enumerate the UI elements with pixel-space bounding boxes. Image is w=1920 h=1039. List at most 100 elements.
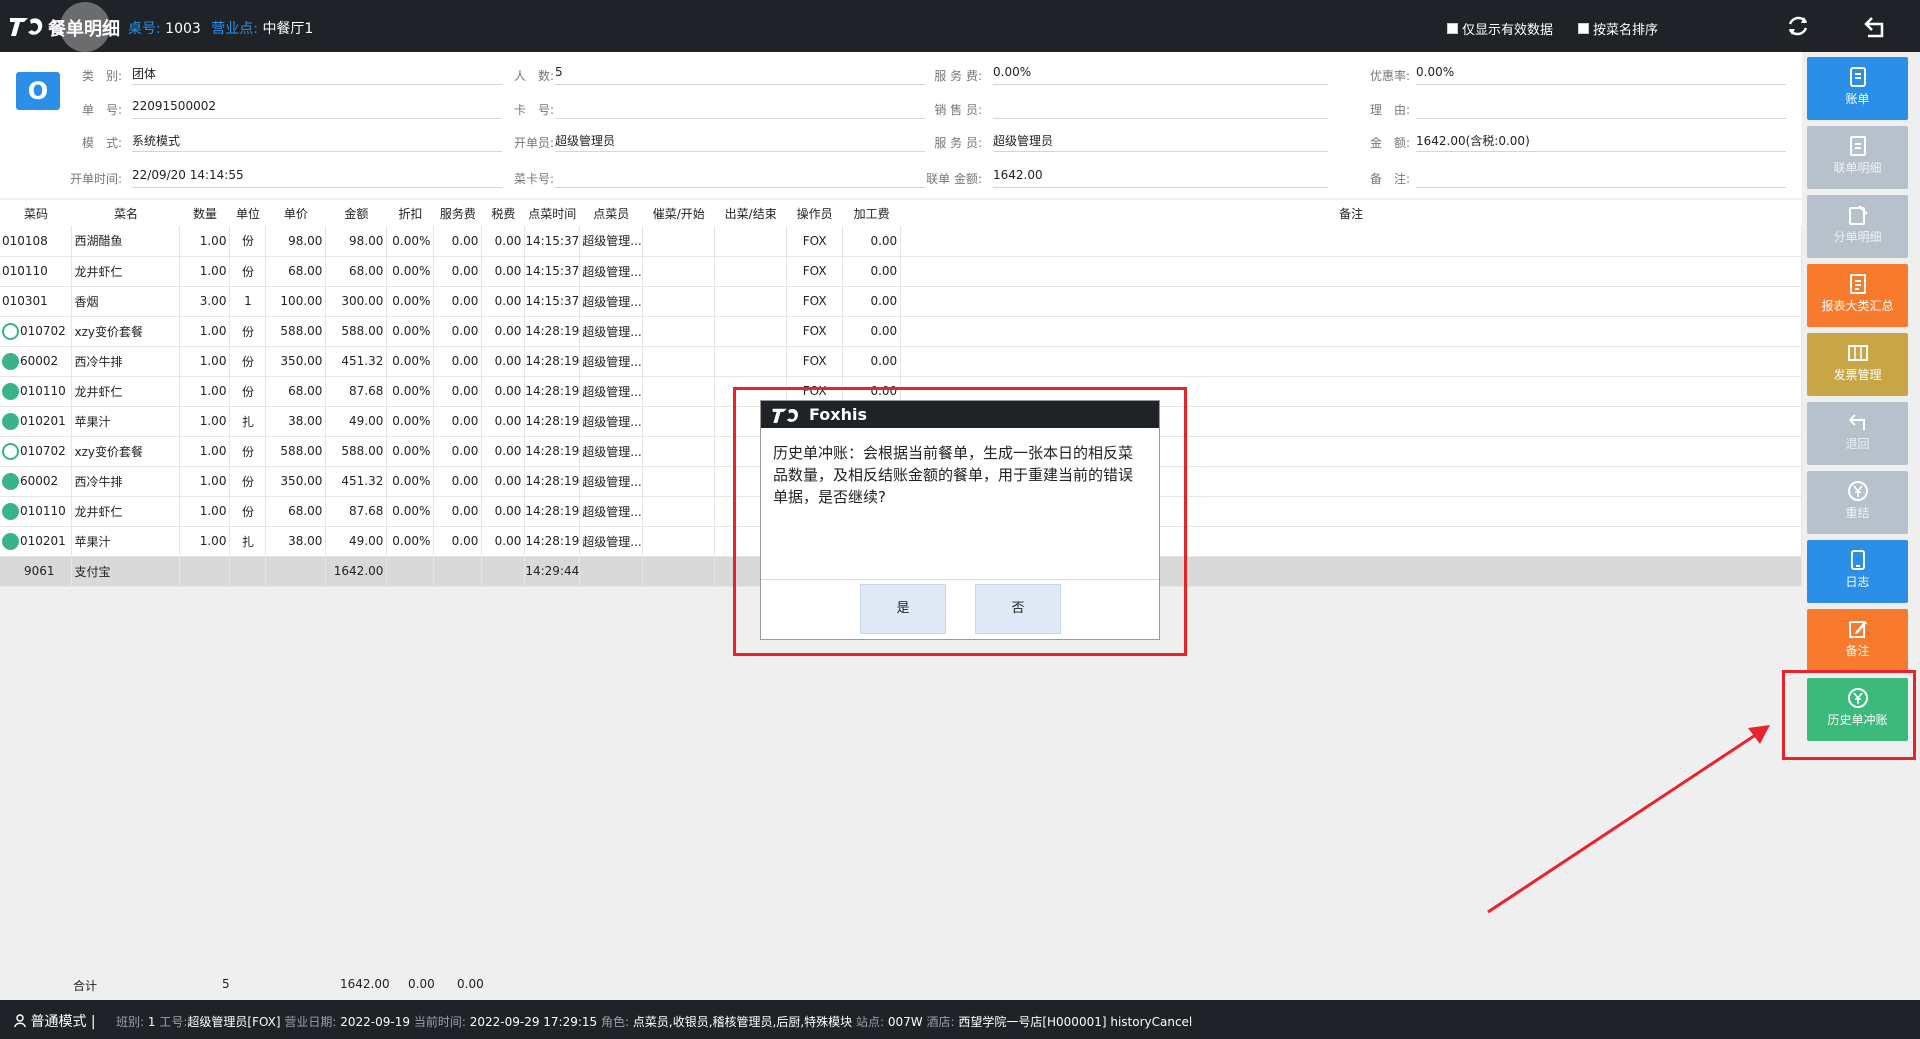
back-icon[interactable] <box>1862 12 1890 40</box>
cell-unit: 1 <box>229 286 267 317</box>
separator: | <box>90 1014 96 1030</box>
col-header[interactable]: 折扣 <box>386 200 434 226</box>
cell-tax: 0.00 <box>481 436 526 467</box>
app-title: 餐单明细 <box>48 19 120 40</box>
cell-empty <box>642 346 716 377</box>
yes-button[interactable]: 是 <box>860 584 946 634</box>
valid-only-checkbox[interactable]: 仅显示有效数据 <box>1447 19 1553 38</box>
code-text: 010108 <box>2 233 48 248</box>
col-header[interactable]: 菜名 <box>71 200 180 226</box>
col-header[interactable]: 催菜/开始 <box>642 200 715 226</box>
col-header[interactable]: 备注 <box>900 200 1802 226</box>
cell-tax: 0.00 <box>481 226 526 257</box>
bill-button[interactable]: 账单 <box>1807 57 1908 120</box>
invoice-management-button[interactable]: 发票管理 <box>1807 333 1908 396</box>
no-button[interactable]: 否 <box>975 584 1061 634</box>
cell-tax: 0.00 <box>481 286 526 317</box>
cell-op: FOX <box>786 226 844 257</box>
table-row[interactable]: 010110 龙井虾仁 1.00 份 68.00 68.00 0.00% 0.00 0.00 14… <box>0 256 1802 287</box>
cell-waiter: 超级管理... <box>579 376 644 407</box>
cell-name: 龙井虾仁 <box>71 496 181 527</box>
cell-waiter: 超级管理... <box>579 346 644 377</box>
foxhis-logo <box>772 408 799 423</box>
col-header[interactable]: 菜码 <box>0 200 72 226</box>
cell-empty <box>900 316 1802 347</box>
cell-svc: 0.00 <box>433 406 483 437</box>
cell-qty: 3.00 <box>179 286 231 317</box>
cell-name: xzy变价套餐 <box>71 316 181 347</box>
refresh-icon[interactable] <box>1784 12 1812 40</box>
code-text: 60002 <box>20 353 59 368</box>
cell-svc: 0.00 <box>433 526 483 557</box>
split-bill-detail-button[interactable]: 分单明细 <box>1807 195 1908 258</box>
hotel-value: 西望学院一号店[H000001] historyCancel <box>958 1015 1193 1029</box>
cell-price: 68.00 <box>265 376 327 407</box>
cell-code: 010702 <box>0 436 73 467</box>
table-row[interactable]: 010301 香烟 3.00 1 100.00 300.00 0.00% 0.00 0.00 14… <box>0 286 1802 317</box>
checkbox-box[interactable] <box>1447 23 1458 34</box>
col-header[interactable]: 数量 <box>179 200 230 226</box>
return-icon <box>1848 414 1865 430</box>
split-bill-icon <box>1848 205 1868 225</box>
cell-tax: 0.00 <box>481 496 526 527</box>
field-value-amount: 1642.00(含税:0.00) <box>1416 132 1786 152</box>
col-header[interactable]: 操作员 <box>786 200 843 226</box>
outlet-label: 营业点: <box>211 21 258 37</box>
col-header[interactable]: 税费 <box>481 200 525 226</box>
code-text: 60002 <box>20 473 59 488</box>
pending-status-icon <box>2 442 19 460</box>
order-info-panel: O 类 别: 团体 人 数: 5 服 务 费: 0.00% 优惠率: 0.00%… <box>0 52 1802 198</box>
table-row[interactable]: 010108 西湖醋鱼 1.00 份 98.00 98.00 0.00% 0.00 0.00 14… <box>0 226 1802 257</box>
cell-name: 西冷牛排 <box>71 466 181 497</box>
cell-fee: 0.00 <box>842 316 902 347</box>
bizdate-label: 营业日期: <box>284 1015 337 1029</box>
col-header[interactable]: 出菜/结束 <box>714 200 787 226</box>
cell-amount: 68.00 <box>325 256 388 287</box>
col-header[interactable]: 金额 <box>325 200 387 226</box>
resettle-label: 重结 <box>1845 506 1870 520</box>
cell-price: 588.00 <box>265 316 327 347</box>
pending-status-icon <box>2 322 19 340</box>
resettle-button[interactable]: 重结 <box>1807 471 1908 534</box>
report-category-summary-button[interactable]: 报表大类汇总 <box>1807 264 1908 327</box>
table-row[interactable]: 010702 xzy变价套餐 1.00 份 588.00 588.00 0.00% 0.00 0… <box>0 316 1802 347</box>
served-status-icon <box>2 412 19 430</box>
cell-time: 14:28:19 <box>524 436 581 467</box>
sort-by-name-checkbox[interactable]: 按菜名排序 <box>1578 19 1658 38</box>
cell-qty: 1.00 <box>179 496 231 527</box>
col-header[interactable]: 单价 <box>265 200 326 226</box>
cell-op: FOX <box>786 256 844 287</box>
cell-price: 100.00 <box>265 286 327 317</box>
cell-empty <box>179 556 231 587</box>
payment-time: 14:29:44 <box>524 556 581 587</box>
code-text: 010110 <box>20 383 66 398</box>
cell-disc: 0.00% <box>386 526 435 557</box>
checkbox-box[interactable] <box>1578 23 1589 34</box>
joint-bill-detail-button[interactable]: 联单明细 <box>1807 126 1908 189</box>
col-header[interactable]: 点菜时间 <box>524 200 580 226</box>
remark-button[interactable]: 备注 <box>1807 609 1908 672</box>
payment-code: 9061 <box>0 556 73 587</box>
log-label: 日志 <box>1845 575 1870 589</box>
col-header[interactable]: 加工费 <box>842 200 901 226</box>
cell-code: 010301 <box>0 286 73 317</box>
cell-price: 68.00 <box>265 496 327 527</box>
cell-waiter: 超级管理... <box>579 226 644 257</box>
dialog-title-bar: Foxhis <box>761 401 1159 428</box>
cell-waiter: 超级管理... <box>579 406 644 437</box>
yen-icon <box>1847 481 1868 501</box>
log-button[interactable]: 日志 <box>1807 540 1908 603</box>
cell-svc: 0.00 <box>433 256 483 287</box>
cell-empty <box>579 556 644 587</box>
dialog-message: 历史单冲账：会根据当前餐单，生成一张本日的相反菜品数量，及相反结账金额的餐单，用… <box>761 428 1159 580</box>
col-header[interactable]: 服务费 <box>433 200 482 226</box>
return-button[interactable]: 退回 <box>1807 402 1908 465</box>
col-header[interactable]: 点菜员 <box>579 200 643 226</box>
cell-qty: 1.00 <box>179 436 231 467</box>
cell-empty <box>433 556 483 587</box>
cell-amount: 451.32 <box>325 346 388 377</box>
col-header[interactable]: 单位 <box>229 200 266 226</box>
cell-time: 14:28:19 <box>524 496 581 527</box>
table-row[interactable]: 60002 西冷牛排 1.00 份 350.00 451.32 0.00% 0.00 0.00 1… <box>0 346 1802 377</box>
edit-icon <box>1848 621 1867 638</box>
